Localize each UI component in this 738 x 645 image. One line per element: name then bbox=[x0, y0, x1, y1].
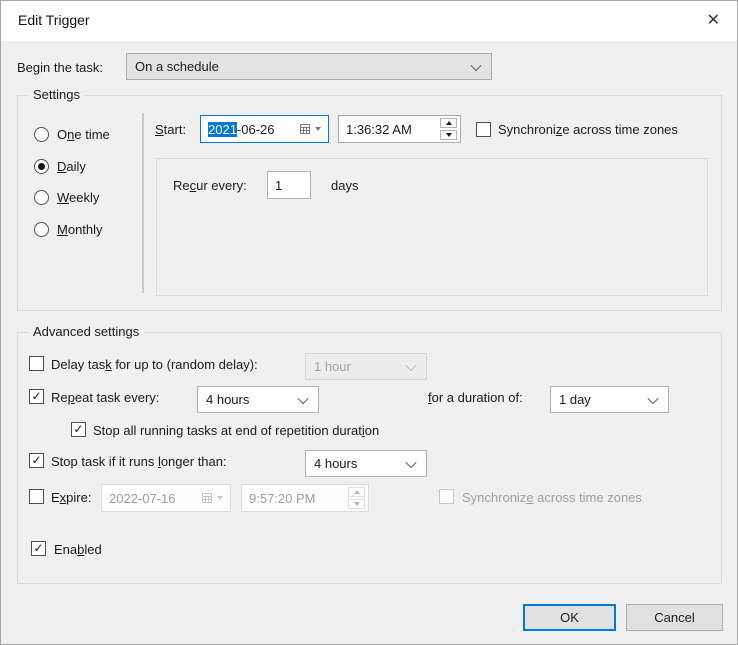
arrow-down-icon bbox=[445, 133, 452, 137]
cancel-button[interactable]: Cancel bbox=[626, 604, 723, 631]
recur-every-value: 1 bbox=[275, 177, 283, 193]
repeat-task-label[interactable]: Repeat task every: bbox=[51, 390, 159, 406]
spin-down-button bbox=[348, 499, 365, 509]
chevron-down-icon bbox=[405, 359, 417, 371]
duration-value: 1 day bbox=[559, 392, 591, 407]
calendar-icon[interactable] bbox=[299, 123, 321, 135]
start-date-field[interactable]: 2021 -06-26 bbox=[200, 115, 329, 143]
time-spinner bbox=[440, 118, 457, 140]
chevron-down-icon bbox=[297, 392, 309, 404]
calendar-grid-icon bbox=[202, 493, 212, 503]
sync-timezones-expire-label: Synchronize across time zones bbox=[462, 490, 642, 505]
chevron-down-icon bbox=[315, 127, 321, 131]
delay-duration-select: 1 hour bbox=[305, 353, 427, 380]
sync-timezones-label[interactable]: Synchronize across time zones bbox=[498, 122, 678, 138]
delay-duration-value: 1 hour bbox=[314, 359, 351, 374]
spin-up-button[interactable] bbox=[440, 118, 457, 128]
arrow-up-icon bbox=[445, 121, 452, 125]
check-icon: ✓ bbox=[31, 388, 42, 403]
radio-weekly-label[interactable]: Weekly bbox=[57, 190, 99, 206]
expire-time-field: 9:57:20 PM bbox=[241, 484, 369, 512]
begin-task-select[interactable]: On a schedule bbox=[126, 53, 492, 80]
recur-every-label: Recur every: bbox=[173, 178, 247, 193]
expire-label[interactable]: Expire: bbox=[51, 490, 91, 506]
title-bar: Edit Trigger ✕ bbox=[1, 1, 737, 41]
enabled-checkbox[interactable]: ✓ bbox=[31, 541, 46, 556]
radio-weekly[interactable] bbox=[34, 190, 49, 205]
radio-one-time-label[interactable]: One time bbox=[57, 127, 110, 143]
chevron-down-icon bbox=[217, 496, 223, 500]
delay-task-label[interactable]: Delay task for up to (random delay): bbox=[51, 357, 258, 373]
delay-task-checkbox[interactable]: ✓ bbox=[29, 356, 44, 371]
expire-date-field: 2022-07-16 bbox=[101, 484, 231, 512]
duration-select[interactable]: 1 day bbox=[550, 386, 669, 413]
chevron-down-icon bbox=[470, 59, 482, 71]
duration-label: for a duration of: bbox=[428, 390, 523, 405]
begin-task-value: On a schedule bbox=[135, 59, 219, 74]
repeat-interval-select[interactable]: 4 hours bbox=[197, 386, 319, 413]
start-label: Start: bbox=[155, 122, 187, 137]
ok-button-label: OK bbox=[560, 610, 579, 625]
arrow-up-icon bbox=[353, 490, 360, 494]
stop-task-label[interactable]: Stop task if it runs longer than: bbox=[51, 454, 227, 470]
time-spinner bbox=[348, 487, 365, 509]
repeat-task-checkbox[interactable]: ✓ bbox=[29, 389, 44, 404]
date-selected-segment: 2021 bbox=[208, 121, 237, 137]
start-time-value: 1:36:32 AM bbox=[346, 121, 412, 137]
expire-date-value: 2022-07-16 bbox=[109, 490, 176, 506]
radio-monthly-label[interactable]: Monthly bbox=[57, 222, 103, 238]
chevron-down-icon bbox=[405, 456, 417, 468]
stop-all-tasks-checkbox[interactable]: ✓ bbox=[71, 422, 86, 437]
date-rest-segment: -06-26 bbox=[236, 121, 275, 137]
begin-task-label: Begin the task: bbox=[17, 60, 104, 75]
start-time-field[interactable]: 1:36:32 AM bbox=[338, 115, 461, 143]
edit-trigger-dialog: Edit Trigger ✕ Begin the task: On a sche… bbox=[0, 0, 738, 645]
radio-monthly[interactable] bbox=[34, 222, 49, 237]
recur-every-input[interactable]: 1 bbox=[267, 171, 311, 199]
radio-one-time[interactable] bbox=[34, 127, 49, 142]
enabled-label[interactable]: Enabled bbox=[54, 542, 102, 558]
calendar-icon bbox=[201, 492, 223, 504]
check-icon: ✓ bbox=[31, 452, 42, 467]
stop-all-tasks-label[interactable]: Stop all running tasks at end of repetit… bbox=[93, 423, 379, 439]
ok-button[interactable]: OK bbox=[523, 604, 616, 631]
settings-divider bbox=[142, 113, 144, 293]
recur-unit-label: days bbox=[331, 178, 359, 193]
settings-group-label: Settings bbox=[28, 87, 85, 103]
arrow-down-icon bbox=[353, 502, 360, 506]
expire-checkbox[interactable]: ✓ bbox=[29, 489, 44, 504]
check-icon: ✓ bbox=[33, 540, 44, 555]
calendar-grid-icon bbox=[300, 124, 310, 134]
sync-timezones-expire-checkbox: ✓ bbox=[439, 489, 454, 504]
sync-timezones-checkbox[interactable]: ✓ bbox=[476, 122, 491, 137]
close-icon[interactable]: ✕ bbox=[707, 10, 720, 30]
radio-daily[interactable] bbox=[34, 159, 49, 174]
check-icon: ✓ bbox=[73, 421, 84, 436]
stop-task-checkbox[interactable]: ✓ bbox=[29, 453, 44, 468]
repeat-interval-value: 4 hours bbox=[206, 392, 250, 407]
cancel-button-label: Cancel bbox=[654, 610, 695, 625]
stop-task-duration-value: 4 hours bbox=[314, 456, 358, 471]
spin-down-button[interactable] bbox=[440, 130, 457, 140]
advanced-settings-group-label: Advanced settings bbox=[28, 324, 145, 340]
spin-up-button bbox=[348, 487, 365, 497]
stop-task-duration-select[interactable]: 4 hours bbox=[305, 450, 427, 477]
window-title: Edit Trigger bbox=[18, 12, 90, 28]
radio-daily-label[interactable]: Daily bbox=[57, 159, 86, 175]
expire-time-value: 9:57:20 PM bbox=[249, 490, 316, 506]
chevron-down-icon bbox=[647, 392, 659, 404]
